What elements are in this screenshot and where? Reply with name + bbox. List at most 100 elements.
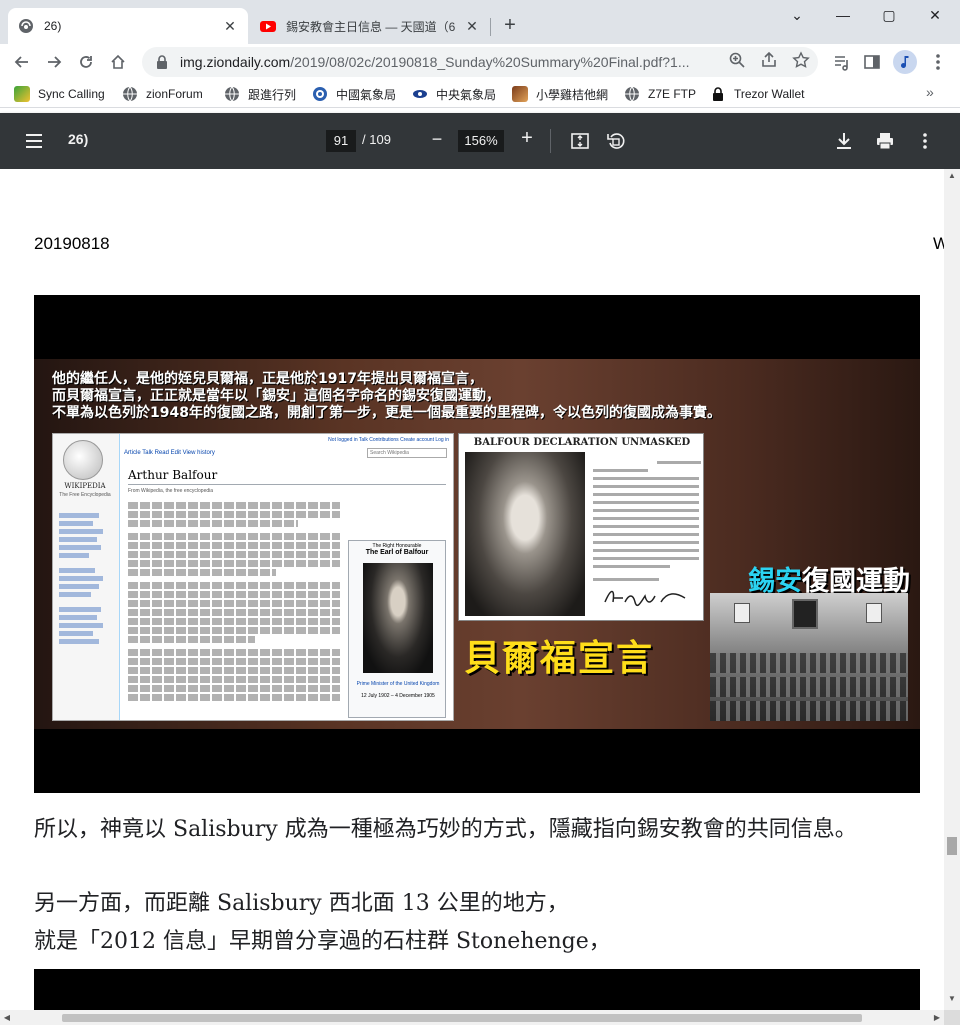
bookmark-label: 中國氣象局: [336, 87, 397, 102]
scroll-right-arrow-icon[interactable]: ▶: [930, 1010, 944, 1025]
next-video-screenshot: [34, 969, 920, 1010]
reading-list-icon[interactable]: [832, 52, 852, 72]
browser-toolbar: img.ziondaily.com/2019/08/02c/20190818_S…: [0, 44, 960, 80]
wikipedia-body-text: [128, 500, 340, 703]
zoom-icon[interactable]: [728, 51, 746, 69]
reload-icon: [80, 56, 92, 68]
vertical-scrollbar[interactable]: ▲ ▼: [944, 169, 960, 1010]
tab-title: 錫安教會主日信息 — 天國道（6: [286, 19, 456, 34]
vertical-scroll-thumb[interactable]: [947, 837, 957, 855]
forward-button[interactable]: [40, 48, 68, 76]
bookmark-z7e-ftp[interactable]: Z7E FTP: [624, 84, 696, 104]
sync-calling-icon: [14, 86, 30, 102]
page-edge-text: W: [933, 234, 944, 253]
bookmark-trezor[interactable]: Trezor Wallet: [710, 84, 804, 104]
bookmarks-overflow-icon[interactable]: »: [926, 84, 934, 100]
close-tab-icon[interactable]: ✕: [222, 18, 238, 34]
forward-arrow-icon: [48, 56, 62, 68]
bookmark-follow-up[interactable]: 跟進行列: [224, 84, 296, 104]
tab-pdf[interactable]: 26) ✕: [8, 8, 248, 44]
music-note-icon: [901, 56, 909, 68]
balfour-portrait: [363, 563, 433, 673]
zoom-in-button[interactable]: +: [517, 128, 537, 150]
balfour-declaration-image: BALFOUR DECLARATION UNMASKED: [458, 433, 704, 621]
tab-youtube[interactable]: 錫安教會主日信息 — 天國道（6 ✕: [250, 8, 490, 44]
address-bar[interactable]: img.ziondaily.com/2019/08/02c/20190818_S…: [142, 47, 818, 77]
page-total: / 109: [362, 132, 391, 147]
paragraph-salisbury: 所以，神竟以 Salisbury 成為一種極為巧妙的方式，隱藏指向錫安教會的共同…: [34, 817, 857, 842]
wikipedia-sidebar: WIKIPEDIA The Free Encyclopedia: [53, 434, 115, 720]
home-icon: [111, 54, 125, 69]
download-icon[interactable]: [834, 131, 854, 151]
side-panel-icon[interactable]: [862, 52, 882, 72]
wikipedia-tabs: Article Talk Read Edit View history: [124, 450, 215, 456]
bookmark-star-icon[interactable]: [792, 51, 810, 69]
hamburger-menu-icon[interactable]: [24, 131, 44, 151]
profile-avatar[interactable]: [893, 50, 917, 74]
globe-icon: [19, 19, 33, 33]
scroll-up-arrow-icon[interactable]: ▲: [944, 169, 960, 183]
bookmark-cwb[interactable]: 中央氣象局: [412, 84, 496, 104]
bookmark-label: Trezor Wallet: [734, 87, 805, 101]
lock-icon: [157, 55, 167, 69]
bookmark-zionforum[interactable]: zionForum: [122, 84, 203, 104]
menu-kebab-icon[interactable]: [928, 52, 948, 72]
scroll-down-arrow-icon[interactable]: ▼: [944, 992, 960, 1006]
paragraph-stonehenge: 就是「2012 信息」早期曾分享過的石柱群 Stonehenge，: [34, 929, 611, 954]
video-frame: 他的繼任人，是他的姪兒貝爾福，正是他於1917年提出貝爾福宣言， 而貝爾福宣言，…: [34, 359, 920, 729]
close-window-button[interactable]: ✕: [920, 6, 950, 26]
home-button[interactable]: [104, 48, 132, 76]
crowd-row: [710, 701, 908, 721]
bookmark-label: Sync Calling: [38, 87, 105, 101]
herzl-portrait: [792, 599, 818, 629]
signature-icon: [604, 590, 686, 607]
video-caption: 他的繼任人，是他的姪兒貝爾福，正是他於1917年提出貝爾福宣言， 而貝爾福宣言，…: [52, 371, 912, 422]
zoom-level-input[interactable]: 156%: [458, 130, 504, 152]
wikipedia-search: Search Wikipedia: [367, 448, 447, 458]
minimize-button[interactable]: —: [828, 6, 858, 26]
back-arrow-icon: [14, 56, 28, 68]
caption-line-2: 而貝爾福宣言，正正就是當年以「錫安」這個名字命名的錫安復國運動，: [52, 388, 500, 404]
scrollbar-corner: [944, 1010, 960, 1025]
zoom-out-button[interactable]: −: [428, 129, 446, 151]
share-icon[interactable]: [760, 51, 778, 69]
bookmark-guitar[interactable]: 小學雞桔他網: [512, 84, 608, 104]
tab-search-icon[interactable]: ⌄: [782, 6, 812, 26]
balfour-portrait-large: [465, 452, 585, 616]
url-path: /2019/08/02c/20190818_Sunday%20Summary%2…: [290, 54, 690, 70]
wikipedia-article-title: Arthur Balfour: [128, 468, 218, 482]
wikipedia-infobox: The Right Honourable The Earl of Balfour…: [348, 540, 446, 718]
eye-icon: [413, 90, 427, 98]
back-button[interactable]: [8, 48, 36, 76]
more-options-icon[interactable]: [915, 131, 935, 151]
horizontal-scrollbar[interactable]: ◀ ▶: [0, 1010, 944, 1025]
infobox-name: The Earl of Balfour: [365, 549, 429, 556]
fit-page-icon[interactable]: [570, 131, 590, 151]
tab-title: 26): [44, 19, 62, 33]
bookmark-cma[interactable]: 中國氣象局: [312, 84, 396, 104]
bookmark-sync-calling[interactable]: Sync Calling: [14, 84, 105, 104]
video-screenshot: 他的繼任人，是他的姪兒貝爾福，正是他於1917年提出貝爾福宣言， 而貝爾福宣言，…: [34, 295, 920, 793]
wikipedia-screenshot: WIKIPEDIA The Free Encyclopedia Not logg…: [52, 433, 454, 721]
page-number-input[interactable]: 91: [326, 130, 356, 152]
tab-strip: 26) ✕ 錫安教會主日信息 — 天國道（6 ✕ + ⌄ — ▢ ✕: [0, 0, 960, 44]
crowd-row: [710, 653, 908, 673]
globe-icon: [225, 86, 239, 102]
infobox-term: 12 July 1902 – 4 December 1905: [361, 693, 435, 699]
declaration-title: BALFOUR DECLARATION UNMASKED: [473, 437, 691, 448]
reload-button[interactable]: [72, 48, 100, 76]
horizontal-scroll-thumb[interactable]: [62, 1014, 862, 1022]
maximize-button[interactable]: ▢: [874, 6, 904, 26]
page-total-value: 109: [369, 132, 391, 147]
print-icon[interactable]: [875, 131, 895, 151]
youtube-icon: [260, 21, 276, 32]
infobox-office: Prime Minister of the United Kingdom: [356, 681, 440, 687]
close-tab-icon[interactable]: ✕: [464, 18, 480, 34]
wikipedia-divider: [128, 484, 446, 485]
bookmark-label: 中央氣象局: [436, 87, 497, 102]
bookmark-label: 跟進行列: [248, 87, 297, 102]
url-text: img.ziondaily.com/2019/08/02c/20190818_S…: [180, 54, 720, 70]
new-tab-button[interactable]: +: [498, 14, 522, 38]
rotate-icon[interactable]: [606, 131, 626, 151]
scroll-left-arrow-icon[interactable]: ◀: [0, 1010, 14, 1025]
